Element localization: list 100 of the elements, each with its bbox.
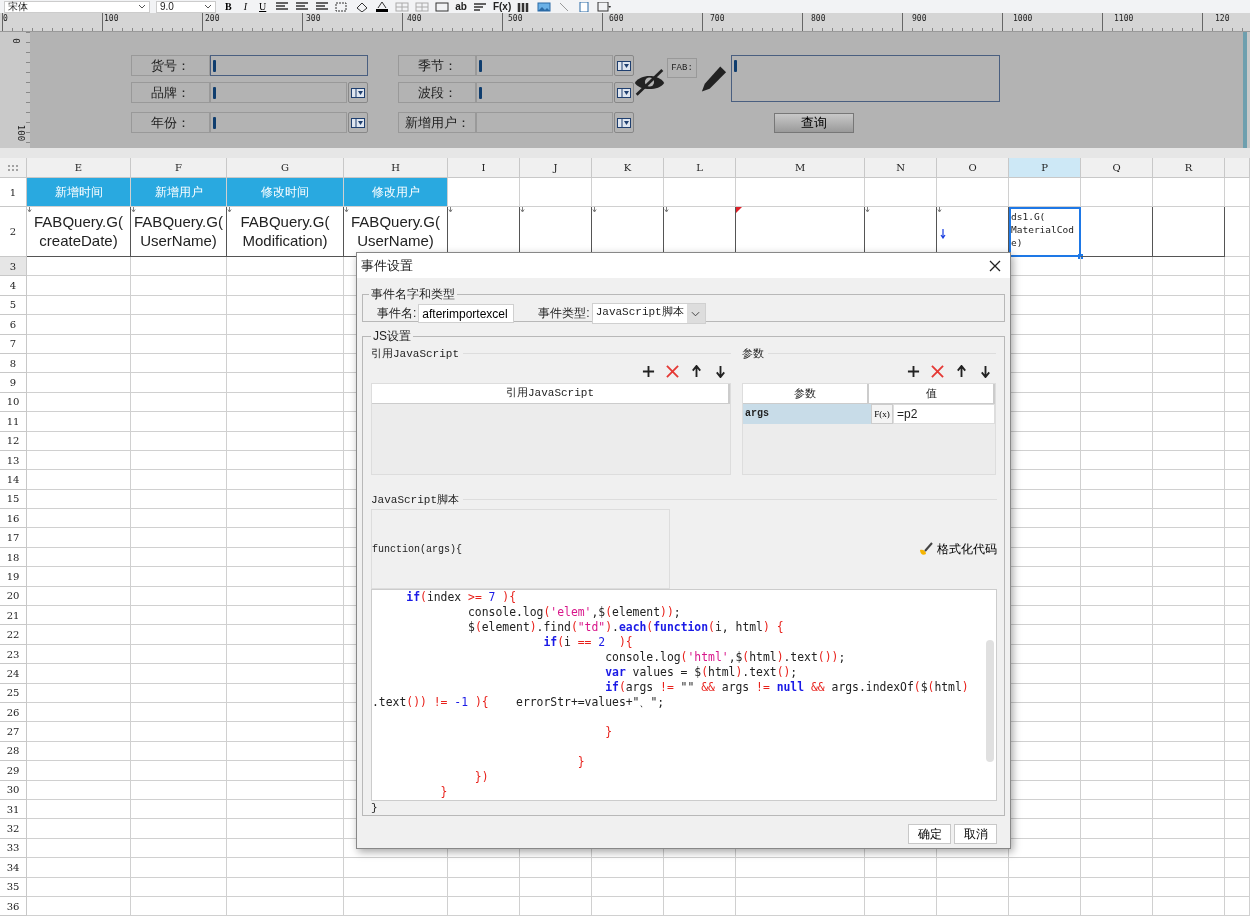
arrow-down-icon[interactable] [714, 365, 727, 378]
row-header[interactable]: 14 [0, 470, 27, 490]
formula-tool[interactable]: F(x) [492, 0, 512, 13]
input-field[interactable] [476, 82, 613, 103]
row-header[interactable]: 17 [0, 528, 27, 548]
table-cell [1081, 450, 1153, 471]
format-code-button[interactable]: 格式化代码 [918, 540, 997, 558]
eye-slash-icon[interactable] [633, 68, 666, 96]
row-header[interactable]: 3 [0, 257, 27, 277]
column-header[interactable]: F [131, 158, 227, 178]
input-field[interactable] [210, 112, 347, 133]
delete-icon[interactable] [931, 365, 944, 378]
column-header[interactable]: P [1009, 158, 1081, 178]
table-cell [1081, 703, 1153, 723]
dropdown-button[interactable] [348, 112, 368, 133]
text-style-button[interactable]: B [222, 0, 235, 13]
font-color-icon[interactable] [375, 1, 390, 12]
ok-button[interactable]: 确定 [908, 824, 951, 844]
table-cell [1225, 547, 1250, 568]
column-header[interactable]: N [865, 158, 937, 178]
group-title: 事件名字和类型 [370, 286, 456, 303]
add-icon[interactable] [642, 365, 655, 378]
row-header[interactable]: 4 [0, 276, 27, 296]
table-cell [1081, 683, 1153, 703]
table-cell [448, 858, 520, 878]
row-header[interactable]: 16 [0, 509, 27, 529]
wrap-icon[interactable] [472, 1, 487, 12]
input-field[interactable] [210, 55, 368, 76]
field-label: 季节： [398, 55, 476, 76]
input-field[interactable] [210, 82, 347, 103]
row-header[interactable]: 22 [0, 625, 27, 645]
chevron-down-icon [138, 4, 146, 9]
event-type-select[interactable]: JavaScript脚本 [591, 303, 706, 324]
dropdown-button[interactable] [614, 112, 634, 133]
column-header[interactable]: K [592, 158, 664, 178]
cancel-button[interactable]: 取消 [954, 824, 997, 844]
table-cell [1081, 470, 1153, 490]
fill-icon[interactable] [355, 1, 370, 12]
column-header[interactable]: M [736, 158, 865, 178]
text-tool[interactable]: ab [455, 0, 467, 13]
font-select[interactable]: 宋体 [4, 0, 150, 13]
parameter-name-cell[interactable]: args [743, 404, 871, 424]
table-cell [1225, 644, 1250, 665]
align-icon[interactable] [275, 1, 290, 12]
add-icon[interactable] [907, 365, 920, 378]
column-header[interactable]: H [344, 158, 448, 178]
row-header[interactable]: 1 [0, 178, 27, 207]
frame-icon[interactable] [597, 1, 612, 12]
table-cell [1153, 683, 1225, 703]
border-icon[interactable] [335, 1, 350, 12]
column-header[interactable]: E [27, 158, 131, 178]
dropdown-button[interactable] [348, 82, 368, 103]
row-header[interactable]: 29 [0, 761, 27, 781]
row-header[interactable]: 27 [0, 722, 27, 742]
image-icon[interactable] [537, 1, 552, 12]
column-header[interactable]: Q [1081, 158, 1153, 178]
event-name-field[interactable]: afterimportexcel [418, 304, 515, 323]
row-header[interactable]: 19 [0, 567, 27, 587]
scrollbar-thumb[interactable] [986, 640, 994, 762]
font-size-select[interactable]: 9.0 [156, 0, 216, 13]
row-header[interactable]: 11 [0, 412, 27, 432]
arrow-up-icon[interactable] [955, 365, 968, 378]
align-icon[interactable] [315, 1, 330, 12]
parameter-value-field[interactable]: =p2 [893, 404, 995, 424]
table-cell [520, 877, 592, 897]
table-cell [865, 877, 937, 897]
table-cell [1153, 178, 1225, 207]
input-field[interactable] [476, 112, 613, 133]
dropdown-button[interactable] [614, 55, 634, 76]
table-cell [937, 896, 1009, 917]
row-header[interactable]: 9 [0, 373, 27, 393]
column-header[interactable]: G [227, 158, 344, 178]
align-icon[interactable] [295, 1, 310, 12]
column-header[interactable]: R [1153, 158, 1225, 178]
formula-button[interactable]: F(x) [871, 404, 893, 424]
input-field[interactable] [476, 55, 613, 76]
query-button[interactable]: 查询 [774, 113, 854, 133]
arrow-up-icon[interactable] [690, 365, 703, 378]
text-style-button[interactable]: U [256, 0, 270, 13]
column-header[interactable]: J [520, 158, 592, 178]
table-cell [865, 858, 937, 878]
text-style-button[interactable]: I [240, 0, 250, 13]
close-icon[interactable] [989, 259, 1001, 272]
row-header[interactable]: 21 [0, 606, 27, 626]
table-cell [592, 877, 664, 897]
fill-handle[interactable] [1078, 254, 1083, 259]
row-header[interactable]: 34 [0, 858, 27, 878]
code-editor[interactable] [371, 589, 997, 801]
column-header[interactable]: L [664, 158, 736, 178]
table-cell [1153, 509, 1225, 529]
column-header[interactable]: I [448, 158, 520, 178]
row-header[interactable]: 6 [0, 315, 27, 335]
delete-icon[interactable] [666, 365, 679, 378]
row-header[interactable]: 32 [0, 819, 27, 839]
expand-down-icon [344, 207, 349, 212]
arrow-down-icon[interactable] [979, 365, 992, 378]
column-header[interactable]: O [937, 158, 1009, 178]
row-header[interactable]: 24 [0, 664, 27, 684]
row-header[interactable]: 2 [0, 207, 27, 257]
dropdown-button[interactable] [614, 82, 634, 103]
